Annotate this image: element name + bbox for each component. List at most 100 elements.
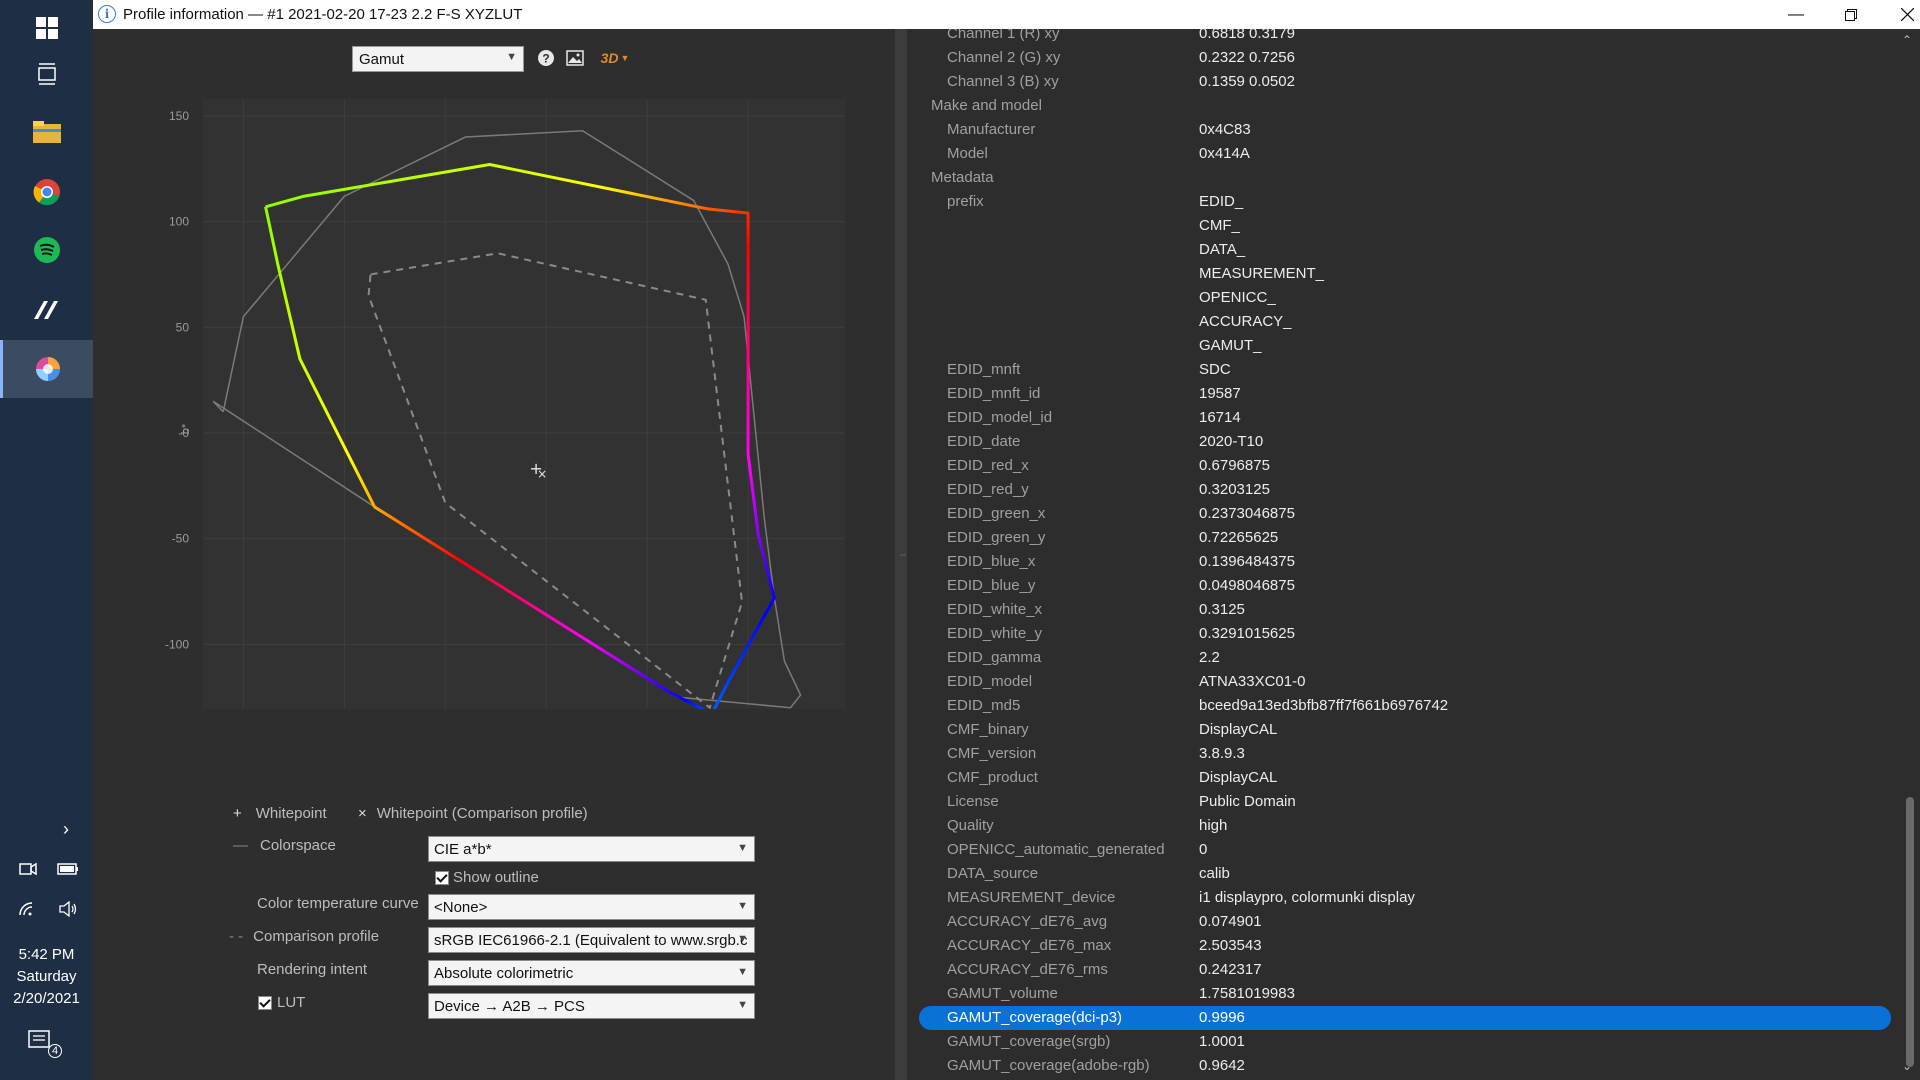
legend-whitepoint: + Whitepoint <box>233 805 327 822</box>
property-row[interactable]: ACCURACY_ <box>919 310 1891 334</box>
property-row[interactable]: MEASUREMENT_ <box>919 262 1891 286</box>
property-row[interactable]: EDID_gamma 2.2 <box>919 646 1891 670</box>
restore-button[interactable] <box>1828 0 1874 29</box>
app-logo-icon <box>33 301 58 319</box>
y-axis-label: b* <box>180 423 192 434</box>
property-row[interactable]: ACCURACY_dE76_max 2.503543 <box>919 934 1891 958</box>
property-row[interactable]: ACCURACY_dE76_avg 0.074901 <box>919 910 1891 934</box>
property-row[interactable]: EDID_blue_x 0.1396484375 <box>919 550 1891 574</box>
property-row[interactable]: GAMUT_ <box>919 334 1891 358</box>
spotify-button[interactable] <box>0 222 93 278</box>
show-outline-checkbox[interactable] <box>435 871 449 885</box>
property-row[interactable]: Channel 1 (R) xy 0.6818 0.3179 <box>919 29 1891 46</box>
property-row[interactable]: CMF_version 3.8.9.3 <box>919 742 1891 766</box>
property-key: EDID_model_id <box>947 409 1053 426</box>
property-row[interactable]: GAMUT_volume 1.7581019983 <box>919 982 1891 1006</box>
action-center-button[interactable]: 4 <box>28 1030 62 1064</box>
property-row[interactable]: CMF_product DisplayCAL <box>919 766 1891 790</box>
volume-button[interactable] <box>50 894 86 924</box>
lut-select[interactable]: Device → A2B → PCS ▼ <box>428 993 755 1019</box>
property-row[interactable]: GAMUT_coverage(adobe-rgb) 0.9642 <box>919 1054 1891 1078</box>
property-row[interactable]: EDID_date 2020-T10 <box>919 430 1891 454</box>
property-key: EDID_white_x <box>947 601 1043 618</box>
property-row[interactable]: EDID_md5 bceed9a13ed3bfb87ff7f661b6976742 <box>919 694 1891 718</box>
property-row[interactable]: Quality high <box>919 814 1891 838</box>
scroll-thumb[interactable] <box>1906 797 1914 1067</box>
property-value: DisplayCAL <box>1199 721 1278 738</box>
property-row[interactable]: GAMUT_coverage(srgb) 1.0001 <box>919 1030 1891 1054</box>
property-row[interactable]: prefix EDID_ <box>919 190 1891 214</box>
property-row[interactable]: EDID_green_y 0.72265625 <box>919 526 1891 550</box>
dashed-line-icon: - - <box>229 928 244 945</box>
chevron-down-icon: ▼ <box>737 842 748 854</box>
property-key: EDID_blue_y <box>947 577 1036 594</box>
property-row[interactable]: EDID_red_x 0.6796875 <box>919 454 1891 478</box>
clock[interactable]: 5:42 PM Saturday 2/20/2021 <box>0 944 93 1010</box>
property-row[interactable]: EDID_red_y 0.3203125 <box>919 478 1891 502</box>
meet-now-button[interactable] <box>10 854 46 884</box>
network-button[interactable] <box>10 894 46 924</box>
property-value: 0.3125 <box>1199 601 1245 618</box>
property-row[interactable]: EDID_model_id 16714 <box>919 406 1891 430</box>
task-view-icon <box>37 63 56 85</box>
property-row[interactable]: CMF_binary DisplayCAL <box>919 718 1891 742</box>
property-row[interactable]: EDID_white_x 0.3125 <box>919 598 1891 622</box>
lut-checkbox[interactable] <box>258 996 272 1010</box>
battery-button[interactable] <box>50 854 86 884</box>
property-key: GAMUT_coverage(srgb) <box>947 1033 1111 1050</box>
app-button[interactable] <box>0 282 93 338</box>
property-row[interactable]: EDID_mnft SDC <box>919 358 1891 382</box>
y-tick-label: -50 <box>172 532 190 546</box>
colorspace-select-value: CIE a*b* <box>434 841 492 858</box>
displaycal-button[interactable] <box>0 340 93 398</box>
property-key: EDID_gamma <box>947 649 1042 666</box>
chrome-button[interactable] <box>0 164 93 220</box>
property-value: 0x4C83 <box>1199 121 1251 138</box>
lut-select-value: Device → A2B → PCS <box>434 998 585 1015</box>
property-row[interactable]: Metadata <box>919 166 1891 190</box>
property-key: Make and model <box>931 97 1042 114</box>
property-row[interactable]: Channel 3 (B) xy 0.1359 0.0502 <box>919 70 1891 94</box>
scroll-down-icon[interactable]: ⌄ <box>1902 1059 1912 1073</box>
file-explorer-button[interactable] <box>0 104 93 160</box>
property-row[interactable]: Channel 2 (G) xy 0.2322 0.7256 <box>919 46 1891 70</box>
property-row[interactable]: DATA_ <box>919 238 1891 262</box>
minimize-button[interactable]: — <box>1773 0 1819 29</box>
property-row[interactable]: License Public Domain <box>919 790 1891 814</box>
property-row[interactable]: MEASUREMENT_device i1 displaypro, colormu… <box>919 886 1891 910</box>
property-row[interactable]: DATA_source calib <box>919 862 1891 886</box>
property-value: 0 <box>1199 841 1208 858</box>
property-row[interactable]: OPENICC_automatic_generated 0 <box>919 838 1891 862</box>
property-value: 0.3203125 <box>1199 481 1270 498</box>
property-row[interactable]: EDID_white_y 0.3291015625 <box>919 622 1891 646</box>
gamut-chart[interactable]: 15010050-0-50-100-150 -150-100-50050100 … <box>93 29 895 709</box>
task-view-button[interactable] <box>0 46 93 102</box>
property-row[interactable]: EDID_model ATNA33XC01-0 <box>919 670 1891 694</box>
colorspace-select[interactable]: CIE a*b* ▼ <box>428 836 755 862</box>
property-value: 0.074901 <box>1199 913 1262 930</box>
plus-icon: + <box>233 805 242 822</box>
property-row[interactable]: EDID_blue_y 0.0498046875 <box>919 574 1891 598</box>
property-row[interactable]: GAMUT_coverage(dci-p3) 0.9996 <box>919 1006 1891 1030</box>
property-row[interactable]: OPENICC_ <box>919 286 1891 310</box>
property-row[interactable]: EDID_mnft_id 19587 <box>919 382 1891 406</box>
property-row[interactable]: Make and model <box>919 94 1891 118</box>
cross-icon: × <box>358 805 367 822</box>
property-row[interactable]: ACCURACY_dE76_rms 0.242317 <box>919 958 1891 982</box>
close-button[interactable] <box>1884 0 1920 29</box>
rendering-intent-select[interactable]: Absolute colorimetric ▼ <box>428 960 755 986</box>
property-value: high <box>1199 817 1228 834</box>
property-value: 0.2322 0.7256 <box>1199 49 1295 66</box>
show-more-button[interactable]: › <box>48 814 84 844</box>
profile-properties-list[interactable]: Channel 1 (R) xy 0.6818 0.3179 Channel 2 (… <box>907 29 1896 1080</box>
color-temperature-curve-select[interactable]: <None> ▼ <box>428 894 755 920</box>
property-row[interactable]: CMF_ <box>919 214 1891 238</box>
property-row[interactable]: Manufacturer 0x4C83 <box>919 118 1891 142</box>
property-row[interactable]: EDID_green_x 0.2373046875 <box>919 502 1891 526</box>
property-value: 0.1396484375 <box>1199 553 1295 570</box>
panel-splitter[interactable]: ⇔ <box>895 29 907 1080</box>
comparison-profile-select[interactable]: sRGB IEC61966-2.1 (Equivalent to www.srg… <box>428 927 755 953</box>
properties-scrollbar[interactable]: ⌃ ⌄ <box>1896 29 1920 1080</box>
scroll-up-icon[interactable]: ⌃ <box>1902 33 1912 47</box>
property-row[interactable]: Model 0x414A <box>919 142 1891 166</box>
